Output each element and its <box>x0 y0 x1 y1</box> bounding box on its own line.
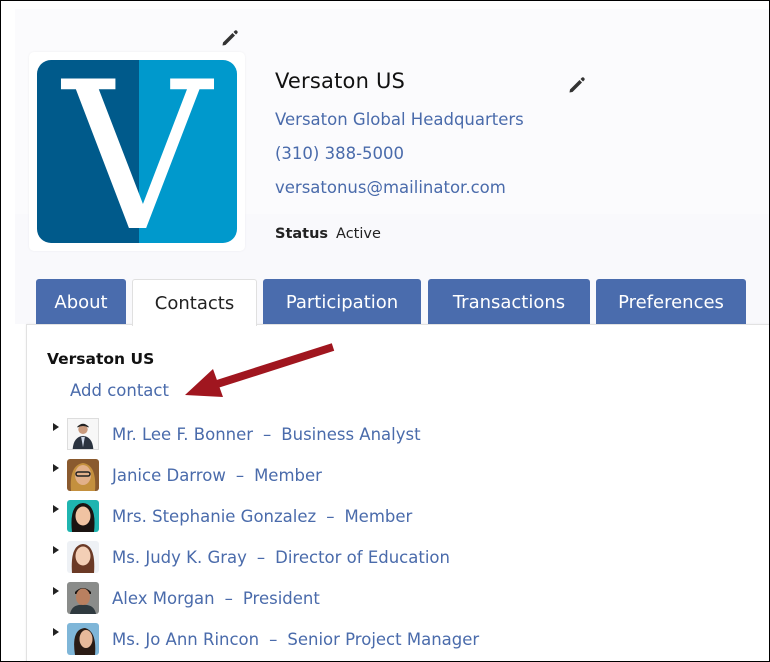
contact-row[interactable]: Janice Darrow – Member <box>51 458 322 492</box>
expand-triangle-icon[interactable] <box>51 627 61 637</box>
svg-text:V: V <box>61 60 215 243</box>
tab-participation[interactable]: Participation <box>263 279 421 325</box>
contact-role: Senior Project Manager <box>287 629 480 649</box>
edit-logo-pencil-icon[interactable] <box>221 29 239 47</box>
contact-row[interactable]: Ms. Judy K. Gray – Director of Education <box>51 540 450 574</box>
contact-row[interactable]: Mrs. Stephanie Gonzalez – Member <box>51 499 412 533</box>
contact-name-link[interactable]: Mrs. Stephanie Gonzalez <box>112 507 316 526</box>
contact-name-link[interactable]: Ms. Judy K. Gray <box>112 548 247 567</box>
tab-preferences[interactable]: Preferences <box>596 279 746 325</box>
contact-avatar <box>67 541 99 573</box>
contact-row[interactable]: Alex Morgan – President <box>51 581 320 615</box>
expand-triangle-icon[interactable] <box>51 586 61 596</box>
status-row: Status Active <box>275 226 381 242</box>
contact-role: Member <box>254 465 322 485</box>
contact-role: Member <box>344 506 413 526</box>
add-contact-link[interactable]: Add contact <box>70 381 169 400</box>
contact-avatar <box>67 459 99 491</box>
contact-row[interactable]: Ms. Jo Ann Rincon – Senior Project Manager <box>51 622 479 656</box>
edit-organization-pencil-icon[interactable] <box>568 76 586 94</box>
contact-name-link[interactable]: Janice Darrow <box>112 466 226 485</box>
contact-name-link[interactable]: Ms. Jo Ann Rincon <box>112 630 259 649</box>
page-frame: V Versaton US Versaton Global Headquarte… <box>0 0 770 662</box>
expand-triangle-icon[interactable] <box>51 422 61 432</box>
organization-phone-link[interactable]: (310) 388-5000 <box>275 144 404 163</box>
tab-transactions[interactable]: Transactions <box>428 279 590 325</box>
contact-name-link[interactable]: Alex Morgan <box>112 589 215 608</box>
tab-contacts[interactable]: Contacts <box>132 279 257 326</box>
expand-triangle-icon[interactable] <box>51 504 61 514</box>
contact-avatar <box>67 418 99 450</box>
tab-about[interactable]: About <box>36 279 126 325</box>
expand-triangle-icon[interactable] <box>51 545 61 555</box>
status-label: Status <box>275 226 329 242</box>
contact-role: Director of Education <box>275 547 450 567</box>
contact-avatar <box>67 623 99 655</box>
contact-avatar <box>67 582 99 614</box>
organization-logo: V <box>37 60 237 243</box>
contact-row[interactable]: Mr. Lee F. Bonner – Business Analyst <box>51 417 421 451</box>
contact-role: President <box>242 588 320 608</box>
expand-triangle-icon[interactable] <box>51 463 61 473</box>
contact-name-link[interactable]: Mr. Lee F. Bonner <box>112 425 253 444</box>
contacts-section-title: Versaton US <box>47 350 155 368</box>
organization-name: Versaton US <box>275 69 406 93</box>
organization-subtitle-link[interactable]: Versaton Global Headquarters <box>275 110 524 129</box>
status-value: Active <box>336 226 381 242</box>
organization-email-link[interactable]: versatonus@mailinator.com <box>275 178 506 197</box>
annotation-arrow-icon <box>185 343 335 397</box>
contact-avatar <box>67 500 99 532</box>
contact-role: Business Analyst <box>281 424 421 444</box>
